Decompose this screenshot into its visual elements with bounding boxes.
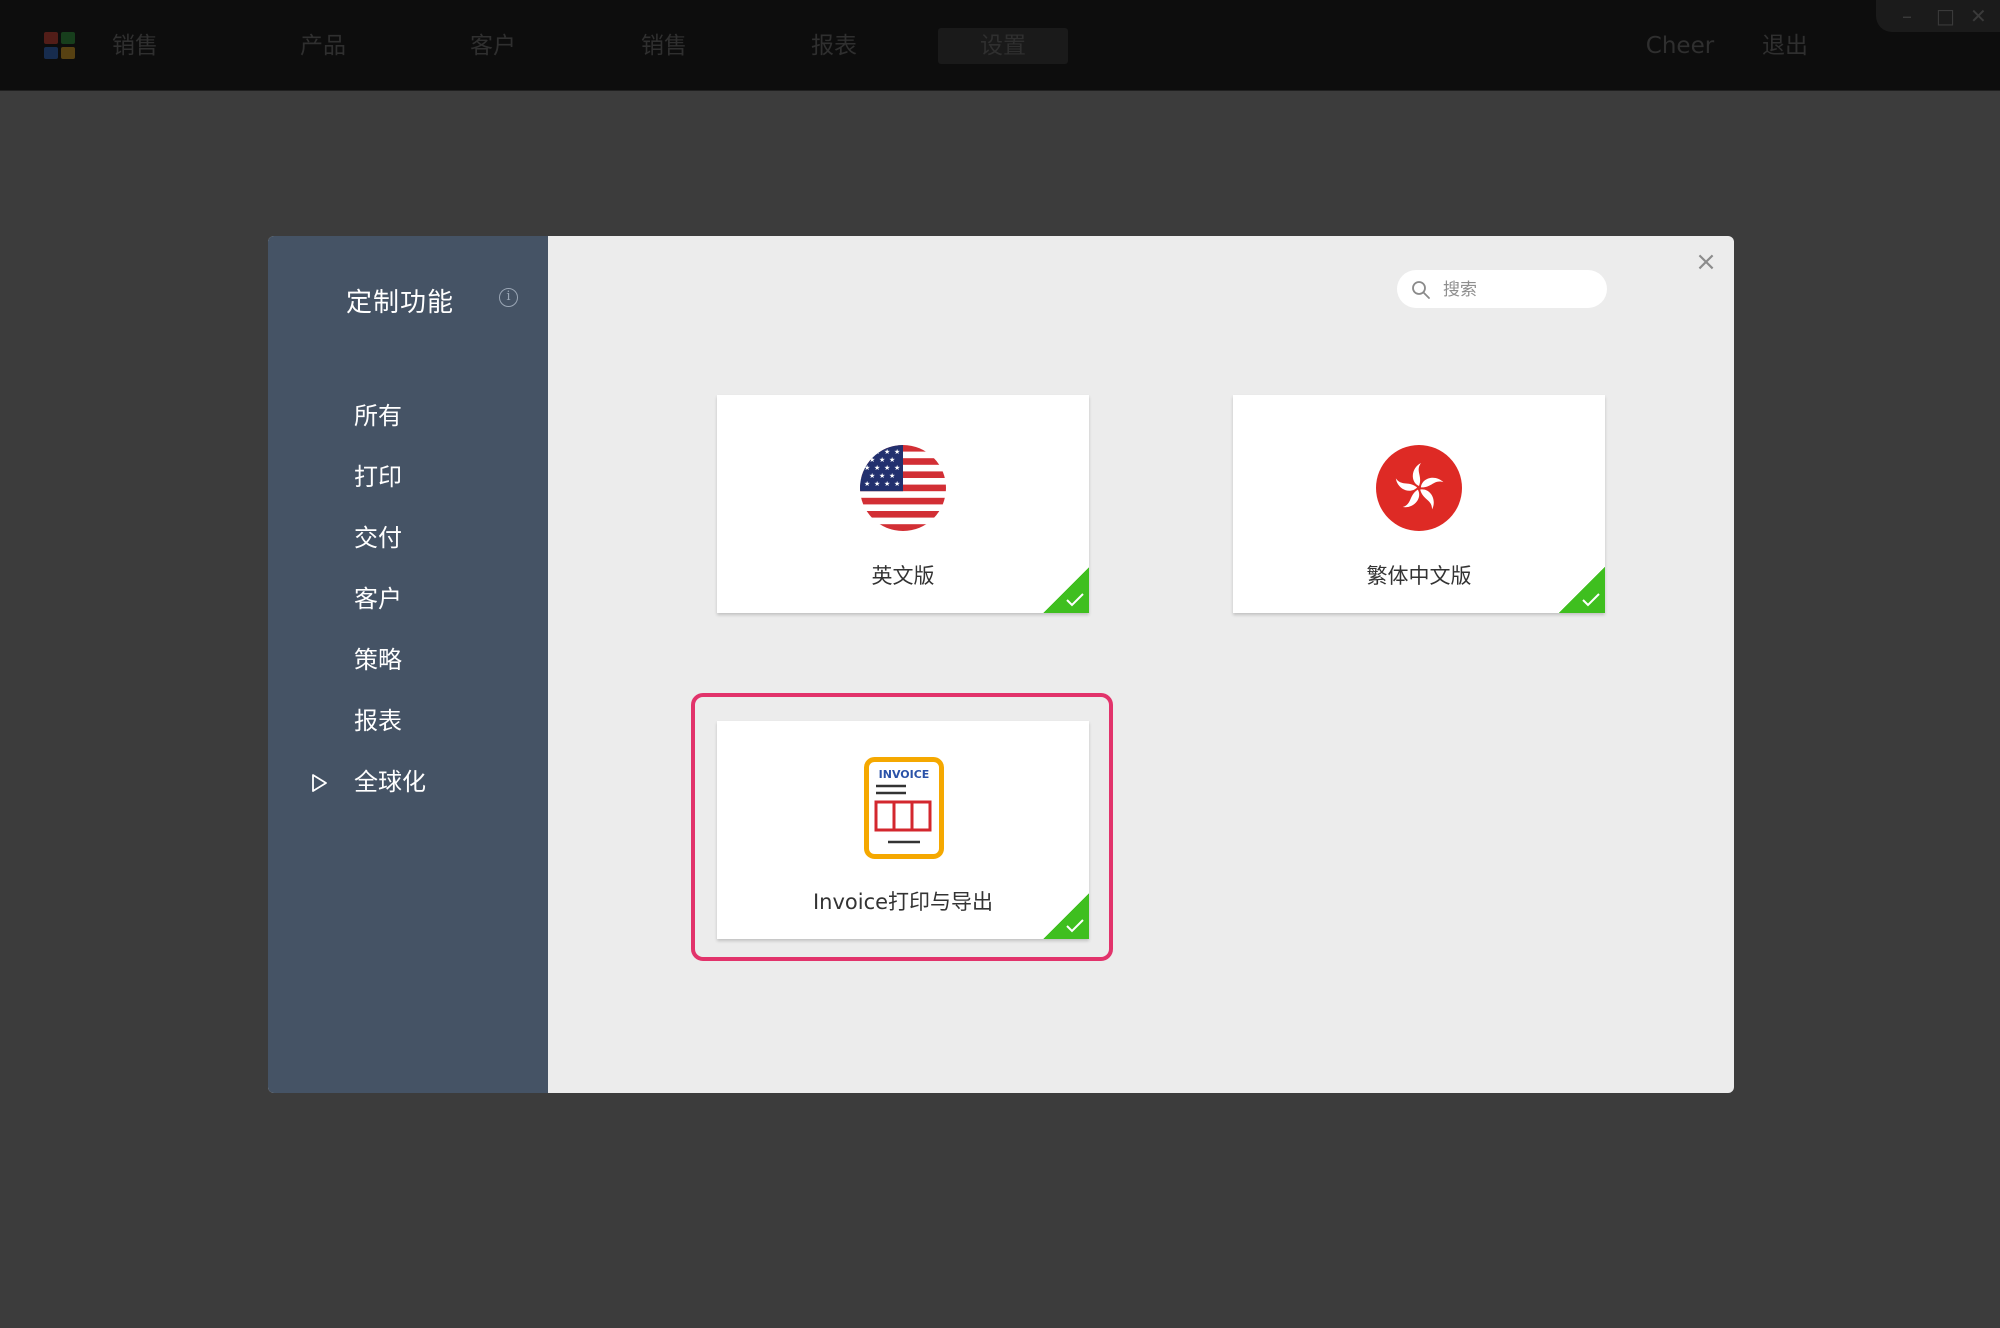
category-label: 打印 (354, 463, 402, 491)
category-label: 客户 (354, 585, 402, 613)
category-print[interactable]: 打印 (268, 447, 548, 508)
selection-highlight (691, 693, 1113, 961)
category-label: 全球化 (354, 768, 426, 796)
close-dialog-button[interactable]: × (1694, 249, 1718, 275)
feature-card-traditional-chinese[interactable]: 繁体中文版 (1233, 395, 1605, 613)
top-nav-bar: 销售 产品 客户 销售 报表 设置 Cheer 退出 – □ ✕ (0, 0, 2000, 91)
window-controls: – □ ✕ (1876, 0, 2000, 32)
search-icon (1412, 281, 1430, 299)
svg-text:★: ★ (894, 480, 900, 488)
svg-text:★: ★ (874, 480, 880, 488)
svg-text:★: ★ (879, 472, 885, 480)
nav-settings[interactable]: 设置 (938, 28, 1068, 64)
card-label: 英文版 (871, 564, 935, 588)
svg-text:★: ★ (869, 472, 875, 480)
svg-text:★: ★ (874, 448, 880, 456)
svg-text:★: ★ (864, 480, 870, 488)
category-delivery[interactable]: 交付 (268, 508, 548, 569)
svg-text:★: ★ (874, 464, 880, 472)
checkmark-icon (1066, 593, 1084, 607)
logout-link[interactable]: 退出 (1750, 28, 1820, 64)
svg-text:★: ★ (879, 456, 885, 464)
maximize-icon[interactable]: □ (1936, 4, 1955, 28)
svg-text:★: ★ (884, 448, 890, 456)
play-triangle-icon (312, 774, 327, 792)
category-globalization[interactable]: 全球化 (268, 752, 548, 813)
category-reports[interactable]: 报表 (268, 691, 548, 752)
svg-text:★: ★ (864, 448, 870, 456)
feature-card-english[interactable]: ★ ★ ★ ★ ★ ★ ★ ★ ★ ★ ★ ★ ★ ★ ★ ★ ★ ★ 英文版 (717, 395, 1089, 613)
svg-text:★: ★ (884, 480, 890, 488)
user-name[interactable]: Cheer (1640, 28, 1720, 64)
category-label: 报表 (354, 707, 402, 735)
category-customer[interactable]: 客户 (268, 569, 548, 630)
category-label: 交付 (354, 524, 402, 552)
us-flag-icon: ★ ★ ★ ★ ★ ★ ★ ★ ★ ★ ★ ★ ★ ★ ★ ★ ★ ★ (860, 445, 946, 531)
search-box (1397, 270, 1607, 308)
svg-text:★: ★ (864, 464, 870, 472)
checkmark-icon (1582, 593, 1600, 607)
enabled-check-badge (1043, 567, 1089, 613)
svg-text:★: ★ (869, 456, 875, 464)
svg-text:★: ★ (894, 448, 900, 456)
nav-products[interactable]: 产品 (288, 28, 358, 64)
category-strategy[interactable]: 策略 (268, 630, 548, 691)
customize-features-dialog: 定制功能 i 所有 打印 交付 客户 策略 报表 全球化 × 搜索 ★ ★ ★ … (268, 236, 1734, 1093)
svg-text:★: ★ (884, 464, 890, 472)
info-icon[interactable]: i (499, 288, 518, 307)
window-close-icon[interactable]: ✕ (1970, 4, 1987, 28)
svg-text:★: ★ (889, 456, 895, 464)
minimize-icon[interactable]: – (1902, 4, 1912, 28)
enabled-check-badge (1559, 567, 1605, 613)
hong-kong-flag-icon (1376, 445, 1462, 531)
nav-sales-home[interactable]: 销售 (100, 28, 170, 64)
category-menu: 所有 打印 交付 客户 策略 报表 全球化 (268, 386, 548, 813)
dialog-title: 定制功能 (346, 288, 455, 318)
nav-reports[interactable]: 报表 (799, 28, 869, 64)
category-label: 所有 (354, 402, 402, 430)
category-label: 策略 (354, 646, 402, 674)
category-all[interactable]: 所有 (268, 386, 548, 447)
category-sidebar: 定制功能 i 所有 打印 交付 客户 策略 报表 全球化 (268, 236, 548, 1093)
search-input[interactable] (1441, 276, 1595, 304)
nav-sales[interactable]: 销售 (629, 28, 699, 64)
app-logo-icon (44, 32, 78, 60)
card-label: 繁体中文版 (1366, 564, 1472, 588)
svg-text:★: ★ (889, 472, 895, 480)
nav-customers[interactable]: 客户 (458, 28, 528, 64)
svg-text:★: ★ (894, 464, 900, 472)
